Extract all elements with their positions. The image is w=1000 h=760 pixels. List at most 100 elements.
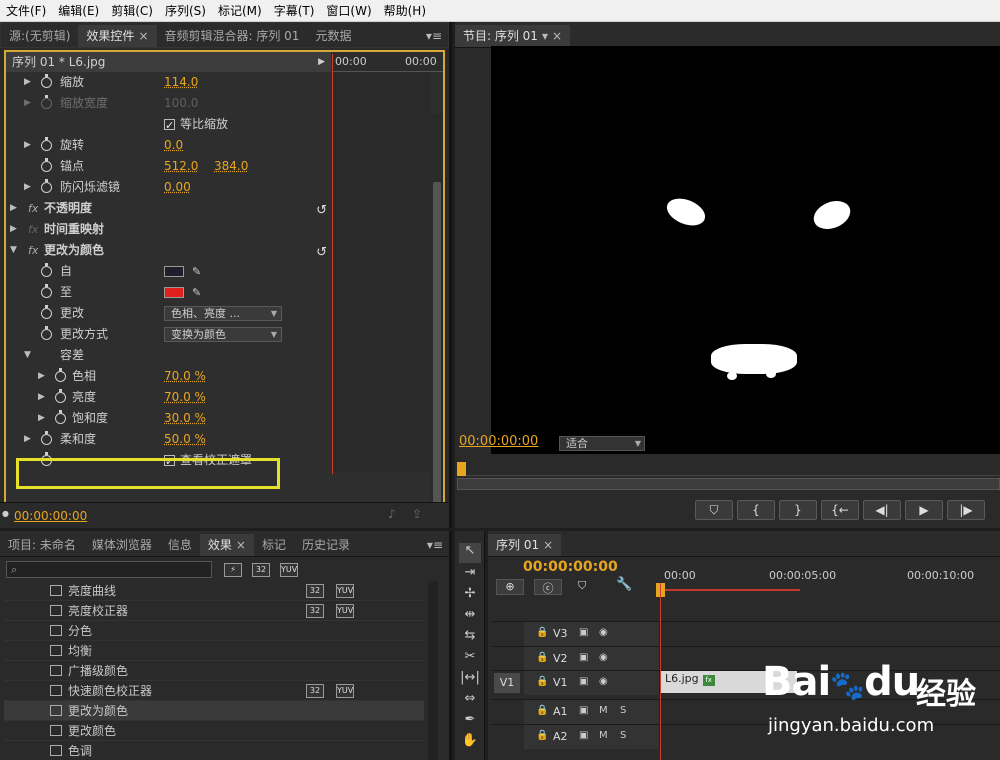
param-value[interactable]: 50.0 %: [164, 429, 206, 450]
mark-in-button[interactable]: {: [737, 500, 775, 520]
change-dropdown[interactable]: 色相、亮度 ...: [164, 306, 282, 321]
lock-icon[interactable]: 🔒: [536, 652, 548, 663]
param-value[interactable]: 0.00: [164, 177, 191, 198]
audio-icon[interactable]: ♪: [388, 507, 396, 521]
tab-metadata[interactable]: 元数据: [307, 25, 360, 47]
param-value[interactable]: 0.0: [164, 135, 183, 156]
to-color-swatch[interactable]: [164, 287, 184, 298]
lock-icon[interactable]: 🔒: [536, 676, 548, 687]
play-triangle-icon[interactable]: ▶: [318, 52, 325, 72]
ec-time-ruler[interactable]: 00:00 00:00: [333, 52, 443, 72]
mark-out-button[interactable]: }: [779, 500, 817, 520]
menu-title[interactable]: 字幕(T): [268, 0, 321, 22]
menu-window[interactable]: 窗口(W): [320, 0, 377, 22]
reset-icon[interactable]: ↺: [316, 200, 327, 221]
scrollbar-thumb[interactable]: [433, 182, 441, 504]
eye-icon[interactable]: ◉: [599, 676, 608, 687]
slip-tool-icon[interactable]: |↔|: [459, 670, 481, 690]
video-preview[interactable]: [491, 46, 1000, 454]
from-color-swatch[interactable]: [164, 266, 184, 277]
pen-tool-icon[interactable]: ✒: [459, 712, 481, 732]
program-timecode[interactable]: 00:00:00:00: [459, 434, 538, 449]
expand-triangle-icon[interactable]: ▶: [24, 429, 31, 450]
sequence-timecode[interactable]: 00:00:00:00: [523, 559, 618, 575]
32bit-filter-icon[interactable]: 32: [252, 563, 270, 577]
eye-icon[interactable]: ◉: [599, 652, 608, 663]
track-select-tool-icon[interactable]: ⇥: [459, 565, 481, 585]
solo-button[interactable]: S: [620, 730, 626, 741]
stopwatch-icon[interactable]: [41, 263, 52, 277]
uniform-scale-checkbox[interactable]: [164, 115, 175, 136]
reset-icon[interactable]: ↺: [316, 242, 327, 263]
expand-triangle-icon[interactable]: ▶: [24, 72, 31, 93]
tab-sequence[interactable]: 序列 01 ×: [488, 534, 562, 556]
lock-icon[interactable]: 🔒: [536, 627, 548, 638]
expand-triangle-icon[interactable]: ▶: [10, 198, 17, 219]
list-item[interactable]: 亮度校正器 32 YUV: [4, 601, 424, 621]
stopwatch-icon[interactable]: [41, 431, 52, 445]
rate-stretch-tool-icon[interactable]: ⇆: [459, 628, 481, 648]
menu-file[interactable]: 文件(F): [0, 0, 52, 22]
tab-effects[interactable]: 效果 ×: [199, 534, 254, 556]
stopwatch-icon[interactable]: [41, 284, 52, 298]
param-value[interactable]: 114.0: [164, 72, 198, 93]
mute-button[interactable]: M: [599, 730, 608, 741]
vertical-scrollbar[interactable]: [431, 114, 443, 518]
snap-icon[interactable]: ⊕: [496, 579, 524, 595]
linked-selection-icon[interactable]: ⓒ: [534, 579, 562, 595]
tab-program[interactable]: 节目: 序列 01 ▾ ×: [455, 25, 571, 47]
expand-triangle-icon[interactable]: ▶: [10, 219, 17, 240]
film-icon[interactable]: ▣: [579, 627, 588, 638]
tab-effect-controls[interactable]: 效果控件 ×: [78, 25, 157, 47]
collapse-triangle-icon[interactable]: ▼: [24, 345, 31, 366]
change-by-dropdown[interactable]: 变换为颜色: [164, 327, 282, 342]
param-value[interactable]: 70.0 %: [164, 387, 206, 408]
panel-menu-icon[interactable]: ▾≡: [420, 25, 448, 47]
param-value-x[interactable]: 512.0: [164, 156, 198, 177]
stopwatch-icon[interactable]: [55, 410, 66, 424]
play-button[interactable]: ▶: [905, 500, 943, 520]
film-icon[interactable]: ▣: [579, 676, 588, 687]
list-item[interactable]: 更改颜色: [4, 721, 424, 741]
effects-search-input[interactable]: ⌕: [6, 561, 212, 578]
eyedropper-icon[interactable]: ✎: [192, 261, 201, 282]
playhead[interactable]: [332, 54, 333, 474]
timeline-playhead[interactable]: [660, 583, 661, 760]
step-back-button[interactable]: ◀|: [863, 500, 901, 520]
stopwatch-icon[interactable]: [41, 74, 52, 88]
program-ruler[interactable]: [457, 460, 1000, 476]
timeline-ruler[interactable]: 00:00 00:00:05:00 00:00:10:00: [660, 567, 1000, 599]
close-icon[interactable]: ×: [236, 538, 246, 552]
stopwatch-icon[interactable]: [41, 137, 52, 151]
list-item[interactable]: 亮度曲线 32 YUV: [4, 581, 424, 601]
stopwatch-icon[interactable]: [41, 305, 52, 319]
chevron-down-icon[interactable]: ▾: [542, 29, 548, 43]
menu-sequence[interactable]: 序列(S): [159, 0, 212, 22]
close-icon[interactable]: ×: [138, 29, 148, 43]
add-marker-icon[interactable]: ⛉: [578, 579, 586, 593]
film-icon[interactable]: ▣: [579, 652, 588, 663]
expand-triangle-icon[interactable]: ▶: [38, 387, 45, 408]
close-icon[interactable]: ×: [552, 29, 562, 43]
menu-edit[interactable]: 编辑(E): [52, 0, 105, 22]
tab-project[interactable]: 项目: 未命名: [0, 534, 84, 556]
eyedropper-icon[interactable]: ✎: [192, 282, 201, 303]
source-patch-v1[interactable]: V1: [494, 673, 520, 693]
stopwatch-icon[interactable]: [41, 326, 52, 340]
param-value[interactable]: 30.0 %: [164, 408, 206, 429]
list-item-selected[interactable]: 更改为颜色: [4, 701, 424, 721]
effects-scrollbar[interactable]: [428, 581, 438, 760]
tab-source[interactable]: 源:(无剪辑): [1, 25, 79, 47]
lock-icon[interactable]: 🔒: [536, 705, 548, 716]
wrench-icon[interactable]: 🔧: [616, 577, 632, 592]
menu-marker[interactable]: 标记(M): [212, 0, 268, 22]
step-forward-button[interactable]: |▶: [947, 500, 985, 520]
ripple-edit-tool-icon[interactable]: ✢: [459, 586, 481, 606]
list-item[interactable]: 分色: [4, 621, 424, 641]
expand-triangle-icon[interactable]: ▶: [38, 366, 45, 387]
mute-button[interactable]: M: [599, 705, 608, 716]
sync-lock-icon[interactable]: ▣: [579, 705, 588, 716]
go-to-in-button[interactable]: {←: [821, 500, 859, 520]
rolling-edit-tool-icon[interactable]: ⇹: [459, 607, 481, 627]
accelerated-effects-icon[interactable]: ⚡: [224, 563, 242, 577]
